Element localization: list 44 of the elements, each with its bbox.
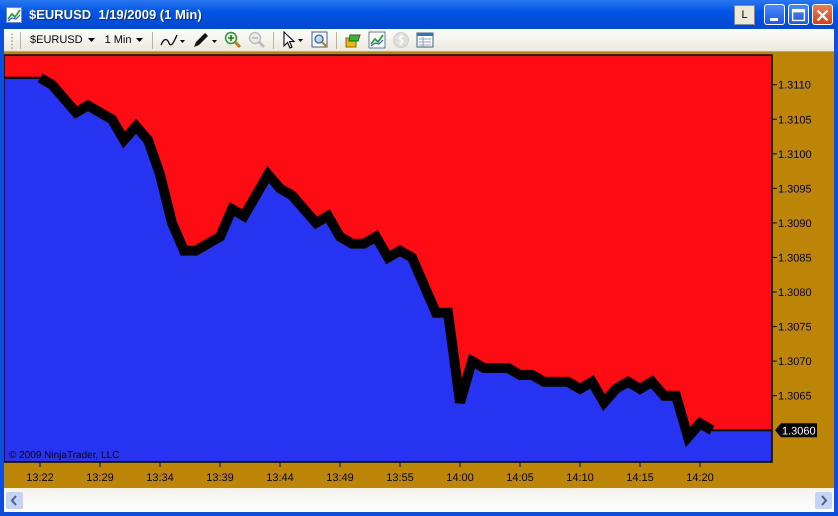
scroll-right-icon[interactable] xyxy=(815,492,832,508)
x-tick-label: 13:49 xyxy=(326,472,354,484)
y-tick-label: 1.3070 xyxy=(778,356,812,368)
x-tick-label: 14:20 xyxy=(686,472,714,484)
y-tick-label: 1.3075 xyxy=(778,322,812,334)
caret-icon xyxy=(136,38,144,42)
y-tick-label: 1.3085 xyxy=(778,252,812,264)
minimize-button[interactable] xyxy=(764,4,785,25)
close-button[interactable] xyxy=(812,4,833,25)
copyright-text: © 2009 NinjaTrader, LLC xyxy=(9,450,120,461)
horizontal-scrollbar[interactable] xyxy=(4,488,834,512)
x-tick-label: 14:05 xyxy=(506,472,534,484)
scroll-left-icon[interactable] xyxy=(6,492,23,508)
line-style-button[interactable] xyxy=(159,32,188,48)
x-tick-label: 13:55 xyxy=(386,472,414,484)
y-tick-label: 1.3090 xyxy=(778,218,812,230)
x-tick-label: 13:29 xyxy=(86,472,114,484)
x-tick-label: 14:15 xyxy=(626,472,654,484)
link-button[interactable]: L xyxy=(734,4,755,24)
interval-dropdown[interactable]: 1 Min xyxy=(102,34,146,46)
zoom-in-button[interactable] xyxy=(223,31,244,49)
chart-button[interactable] xyxy=(367,31,388,49)
x-tick-label: 14:10 xyxy=(566,472,594,484)
x-tick-label: 13:34 xyxy=(146,472,174,484)
x-tick-label: 13:39 xyxy=(206,472,234,484)
chart-icon xyxy=(6,6,22,22)
caret-icon xyxy=(88,38,95,42)
x-tick-label: 13:22 xyxy=(26,472,54,484)
table-button[interactable] xyxy=(415,31,436,49)
window-title: $EURUSD 1/19/2009 (1 Min) xyxy=(29,7,202,22)
maximize-button[interactable] xyxy=(788,4,809,25)
pencil-button[interactable] xyxy=(191,32,220,48)
zoom-box-button[interactable] xyxy=(310,31,330,49)
instrument-dropdown[interactable]: $EURUSD xyxy=(27,34,98,46)
minimize-icon xyxy=(770,18,778,21)
y-tick-label: 1.3110 xyxy=(778,80,811,92)
y-tick-label: 1.3095 xyxy=(778,183,812,196)
x-tick-label: 14:00 xyxy=(446,472,474,484)
x-tick-label: 13:44 xyxy=(266,472,294,484)
y-tick-label: 1.3105 xyxy=(778,114,812,126)
y-tick-label: 1.3100 xyxy=(778,148,812,161)
y-tick-label: 1.3065 xyxy=(778,390,812,403)
price-marker: 1.3060 xyxy=(775,423,817,438)
y-tick-label: 1.3080 xyxy=(778,287,812,300)
